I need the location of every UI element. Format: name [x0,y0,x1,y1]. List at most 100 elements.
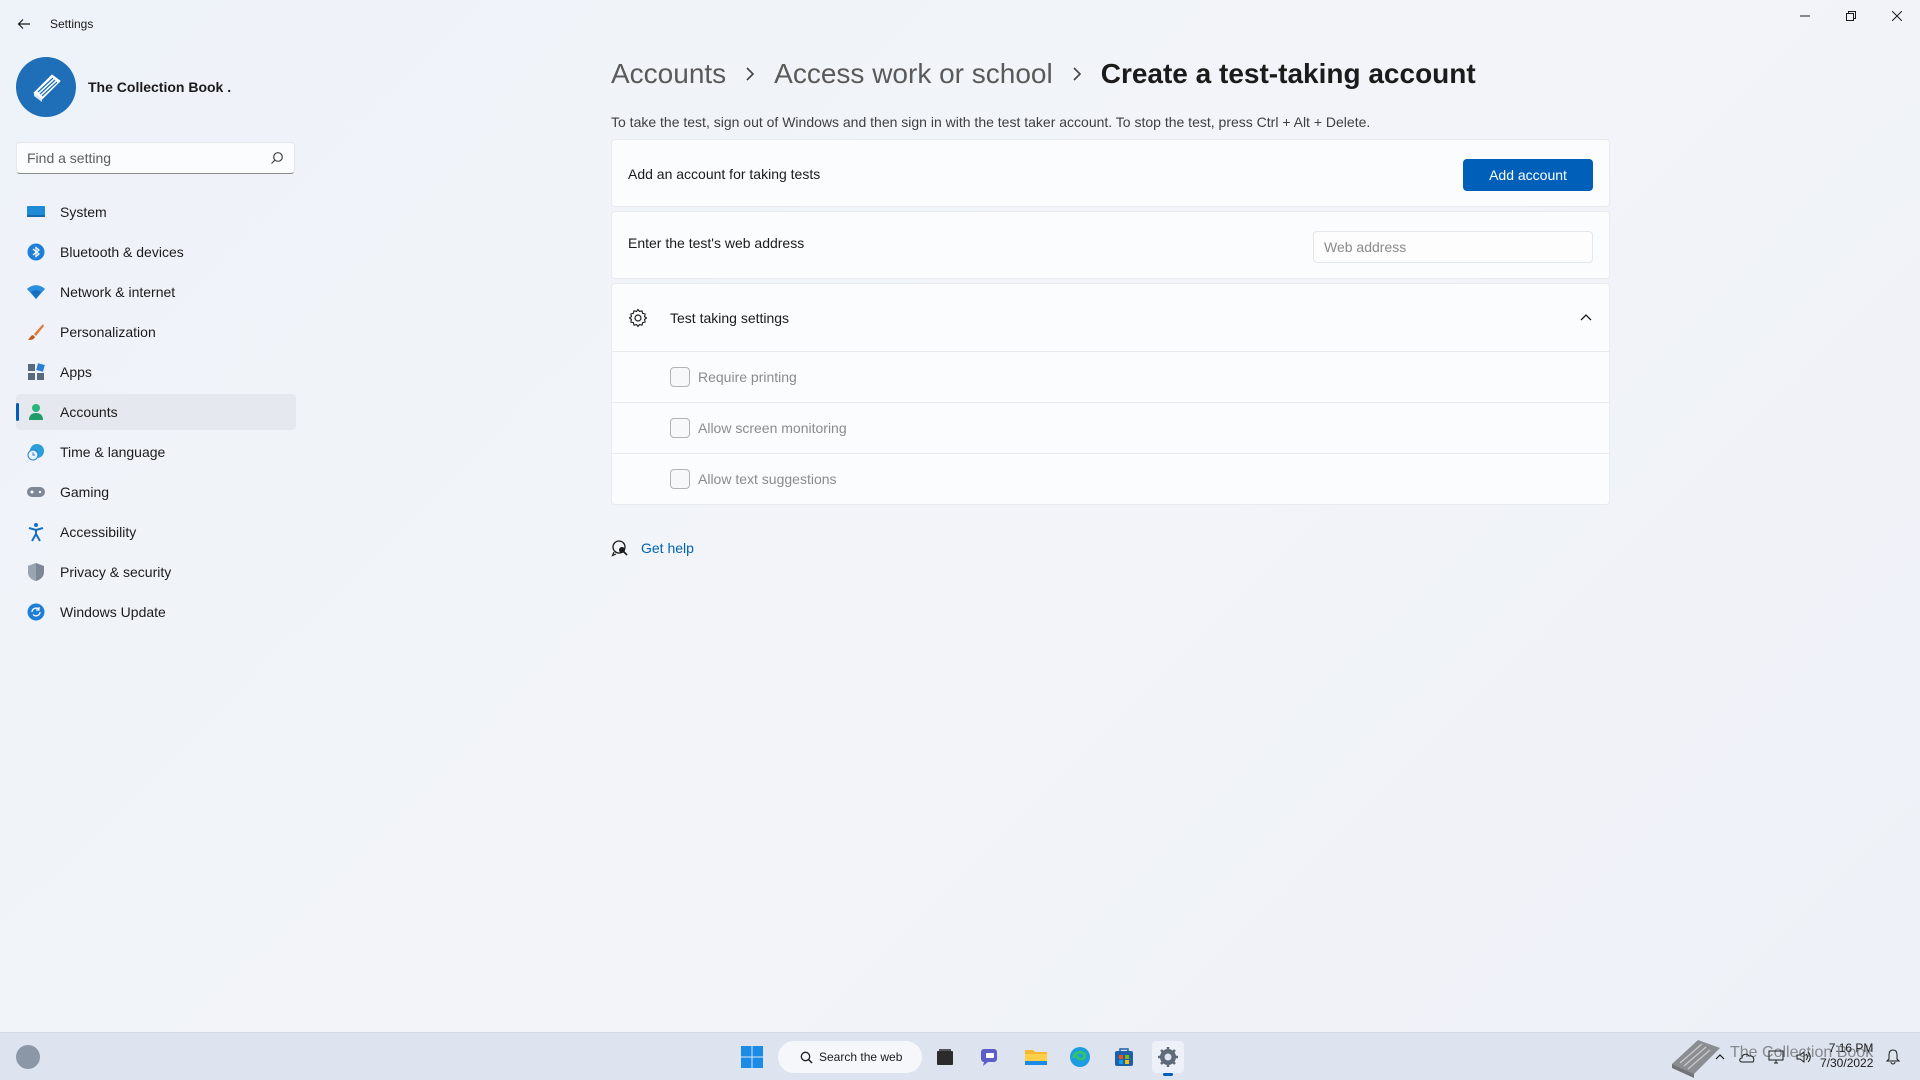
test-settings-header[interactable]: Test taking settings [612,284,1609,352]
system-icon [26,202,46,222]
page-title: Create a test-taking account [1100,58,1476,89]
option-allow-screen-monitoring: Allow screen monitoring [612,403,1609,454]
taskbar-search[interactable]: Search the web [778,1041,922,1073]
shield-icon [26,562,46,582]
page-description: To take the test, sign out of Windows an… [611,114,1371,130]
folder-icon [1025,1050,1047,1065]
breadcrumb-accounts[interactable]: Accounts [611,58,726,90]
file-explorer-button[interactable] [1020,1041,1052,1073]
avatar [16,57,76,117]
web-address-label: Enter the test's web address [628,235,805,251]
restore-icon [1846,11,1856,21]
test-settings-card: Test taking settings Require printing Al… [611,283,1610,505]
sidebar-item-label: Gaming [60,484,110,500]
task-view-button[interactable] [929,1041,961,1073]
sidebar-item-time-language[interactable]: Time & language [16,434,296,470]
sidebar-item-personalization[interactable]: Personalization [16,314,296,350]
sidebar-item-label: Bluetooth & devices [60,244,184,260]
watermark-book-logo [1672,1040,1720,1078]
settings-search[interactable] [16,142,295,174]
breadcrumb-access-work-school[interactable]: Access work or school [774,58,1053,90]
sidebar-item-label: Privacy & security [60,564,172,580]
sidebar-item-system[interactable]: System [16,194,296,230]
close-button[interactable] [1874,0,1920,32]
sidebar-item-label: Accounts [60,404,118,420]
search-icon[interactable] [270,151,284,165]
chevron-right-icon [744,66,756,82]
option-require-printing: Require printing [612,352,1609,403]
minimize-icon [1800,15,1810,17]
chevron-right-icon [1071,66,1083,82]
sidebar-item-label: Personalization [60,324,156,340]
minimize-button[interactable] [1782,0,1828,32]
sidebar-item-bluetooth[interactable]: Bluetooth & devices [16,234,296,270]
gear-icon [628,308,648,328]
option-label: Allow text suggestions [698,471,837,487]
windows-logo-icon [741,1046,763,1068]
settings-taskbar-button[interactable] [1152,1041,1184,1076]
sidebar-item-label: Accessibility [60,524,137,540]
apps-icon [26,362,46,382]
require-printing-checkbox[interactable] [670,367,690,387]
settings-window: Settings The Collection Book . Syste [0,0,1920,1032]
sidebar-item-windows-update[interactable]: Windows Update [16,594,296,630]
sidebar-nav: System Bluetooth & devices Network & int… [16,194,296,634]
sidebar-item-label: Network & internet [60,284,176,300]
bluetooth-icon [26,242,46,262]
sidebar-item-accessibility[interactable]: Accessibility [16,514,296,550]
task-view-icon [937,1049,953,1065]
help-chat-icon [611,540,628,557]
chevron-up-icon[interactable] [1579,310,1593,324]
web-address-input[interactable] [1314,232,1592,262]
add-account-card: Add an account for taking tests Add acco… [611,139,1610,207]
user-profile[interactable]: The Collection Book . [16,56,231,118]
start-button[interactable] [736,1041,768,1073]
option-allow-text-suggestions: Allow text suggestions [612,454,1609,505]
sidebar-item-label: Time & language [60,444,166,460]
search-input[interactable] [17,143,257,173]
teams-chat-button[interactable] [975,1041,1007,1073]
edge-icon [1070,1047,1090,1067]
store-button[interactable] [1108,1041,1140,1073]
chat-icon [981,1049,997,1066]
text-suggestions-checkbox[interactable] [670,469,690,489]
book-logo-icon [33,74,61,102]
wifi-icon [26,282,46,302]
back-button[interactable] [12,12,36,36]
add-account-button[interactable]: Add account [1463,159,1593,191]
edge-browser-button[interactable] [1064,1041,1096,1073]
breadcrumb: Accounts Access work or school Create a … [611,54,1476,94]
close-icon [1892,11,1902,21]
screen-monitoring-checkbox[interactable] [670,418,690,438]
get-help-link[interactable]: Get help [641,540,694,556]
option-label: Require printing [698,369,797,385]
update-icon [26,602,46,622]
sidebar-item-label: System [60,204,107,220]
sidebar-item-gaming[interactable]: Gaming [16,474,296,510]
test-settings-title: Test taking settings [670,310,790,326]
time-language-icon [26,442,46,462]
add-account-label: Add an account for taking tests [628,166,821,182]
title-bar: Settings [0,0,1920,48]
settings-gear-icon [1158,1047,1178,1067]
widgets-icon[interactable] [16,1045,40,1069]
sidebar-item-network[interactable]: Network & internet [16,274,296,310]
profile-name: The Collection Book . [88,79,232,95]
web-address-field[interactable] [1313,231,1593,263]
sidebar-item-label: Apps [60,364,92,380]
sidebar-item-apps[interactable]: Apps [16,354,296,390]
notification-icon[interactable] [1886,1049,1900,1065]
taskbar: Search the web 7:16 PM 7/30/2022 [0,1032,1920,1080]
get-help[interactable]: Get help [611,538,694,558]
sidebar-item-privacy[interactable]: Privacy & security [16,554,296,590]
sidebar-item-accounts[interactable]: Accounts [16,394,296,430]
accessibility-icon [26,522,46,542]
accounts-icon [26,402,46,422]
app-title: Settings [50,17,94,31]
search-icon [800,1051,813,1063]
option-label: Allow screen monitoring [698,420,847,436]
watermark-text: The Collection Book [1730,1044,1874,1061]
store-icon [1115,1048,1133,1066]
taskbar-search-label: Search the web [819,1050,903,1064]
restore-button[interactable] [1828,0,1874,32]
